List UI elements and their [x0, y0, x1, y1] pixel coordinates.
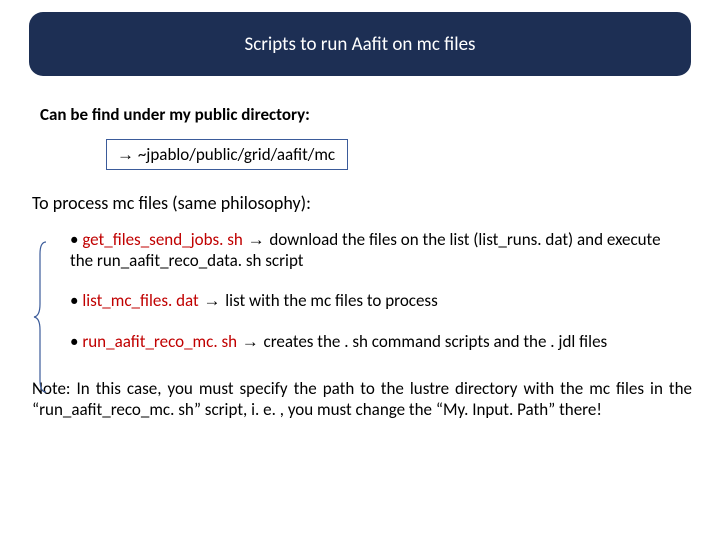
script-name: get_files_send_jobs. sh: [82, 229, 243, 250]
list-item: • list_mc_files. dat → list with the mc …: [70, 291, 680, 312]
note-text: Note: In this case, you must specify the…: [32, 379, 692, 420]
bullet-text: creates the . sh command scripts and the…: [264, 331, 608, 352]
bullet-marker: •: [70, 290, 78, 311]
script-name: run_aafit_reco_mc. sh: [82, 331, 237, 352]
arrow-icon: →: [117, 145, 134, 164]
title-text: Scripts to run Aafit on mc files: [245, 33, 476, 56]
arrow-icon: →: [199, 291, 225, 310]
list-item: • run_aafit_reco_mc. sh → creates the . …: [70, 332, 680, 353]
brace-icon: [32, 240, 50, 394]
public-dir-heading: Can be find under my public directory:: [40, 104, 692, 125]
list-item: • get_files_send_jobs. sh → download the…: [70, 230, 680, 271]
process-heading: To process mc files (same philosophy):: [32, 192, 692, 214]
arrow-icon: →: [243, 230, 269, 249]
bullet-marker: •: [70, 331, 78, 352]
bullet-text: list with the mc files to process: [225, 290, 438, 311]
path-text: ~jpablo/public/grid/aafit/mc: [134, 144, 335, 165]
bullet-marker: •: [70, 229, 78, 250]
bracketed-list: • get_files_send_jobs. sh → download the…: [32, 230, 692, 353]
path-box: → ~jpablo/public/grid/aafit/mc: [106, 139, 348, 170]
slide: Scripts to run Aafit on mc files Can be …: [0, 0, 720, 540]
title-bar: Scripts to run Aafit on mc files: [29, 12, 691, 76]
arrow-icon: →: [237, 332, 263, 351]
script-name: list_mc_files. dat: [82, 290, 198, 311]
bullet-list: • get_files_send_jobs. sh → download the…: [70, 230, 680, 353]
